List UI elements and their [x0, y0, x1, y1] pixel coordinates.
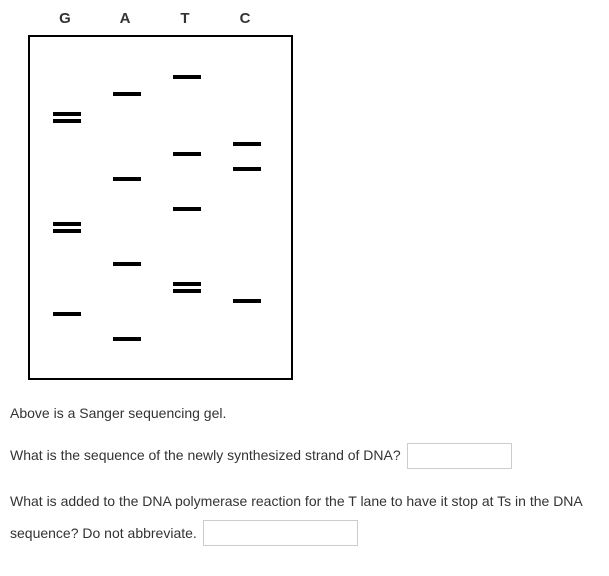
answer-input-1[interactable] — [407, 443, 512, 469]
gel-band — [113, 92, 141, 96]
gel-band — [233, 142, 261, 146]
lane-header-a: A — [95, 10, 155, 35]
gel-band — [233, 299, 261, 303]
question-2-text-1: What is added to the DNA polymerase reac… — [10, 489, 583, 514]
gel-band — [53, 229, 81, 233]
question-1-text: What is the sequence of the newly synthe… — [10, 443, 401, 468]
lane-header-g: G — [35, 10, 95, 35]
gel-band — [53, 312, 81, 316]
gel-band — [53, 119, 81, 123]
gel-band — [113, 262, 141, 266]
gel-diagram: G A T C — [20, 10, 300, 380]
gel-band — [113, 177, 141, 181]
lane-header-c: C — [215, 10, 275, 35]
gel-band — [173, 75, 201, 79]
gel-band — [173, 207, 201, 211]
gel-band — [53, 112, 81, 116]
gel-band — [233, 167, 261, 171]
gel-box — [28, 35, 293, 380]
gel-caption: Above is a Sanger sequencing gel. — [10, 405, 599, 421]
gel-band — [173, 282, 201, 286]
lane-header-t: T — [155, 10, 215, 35]
lane-headers: G A T C — [20, 10, 300, 35]
gel-band — [53, 222, 81, 226]
answer-input-2[interactable] — [203, 520, 358, 546]
gel-band — [173, 289, 201, 293]
question-1: What is the sequence of the newly synthe… — [10, 443, 599, 469]
question-2: What is added to the DNA polymerase reac… — [10, 489, 599, 546]
gel-band — [113, 337, 141, 341]
gel-band — [173, 152, 201, 156]
question-2-text-2: sequence? Do not abbreviate. — [10, 521, 197, 546]
